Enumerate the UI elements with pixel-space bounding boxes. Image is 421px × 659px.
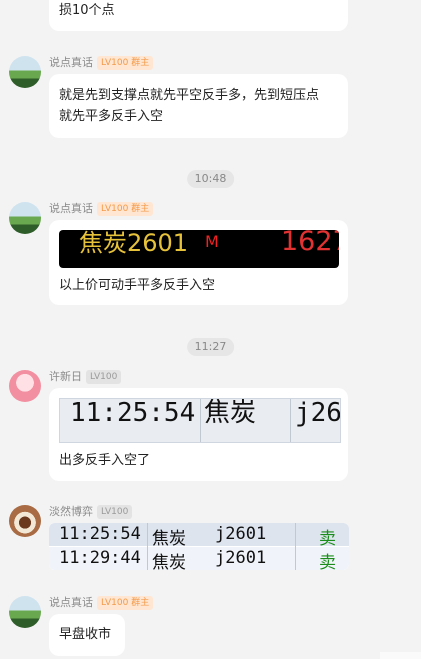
level-badge: LV100 群主	[97, 56, 154, 70]
quote-flag: M	[205, 232, 219, 251]
message-text: 损10个点	[59, 3, 115, 18]
avatar[interactable]	[9, 505, 41, 537]
row-side: 卖	[319, 529, 336, 549]
sender-name[interactable]: 说点真话	[49, 202, 93, 215]
input-area[interactable]	[380, 652, 421, 659]
sender-name[interactable]: 说点真话	[49, 596, 93, 609]
message-text: 早盘收市	[59, 627, 112, 642]
sender-name[interactable]: 淡然博弈	[49, 505, 93, 518]
timestamp: 11:27	[186, 338, 235, 356]
row-code: j2601	[215, 548, 267, 568]
trade-name: 焦炭	[204, 398, 257, 428]
message-bubble[interactable]: 早盘收市	[49, 614, 125, 656]
row-code: j2601	[215, 524, 267, 544]
quote-name: 焦炭2601	[79, 230, 189, 257]
column-divider	[147, 523, 148, 570]
message-text: 以上价可动手平多反手入空	[59, 278, 216, 293]
message-bubble[interactable]: 焦炭2601 M 1627 以上价可动手平多反手入空	[49, 220, 348, 305]
sender-line: 说点真话 LV100 群主	[49, 55, 154, 71]
column-divider	[200, 399, 201, 442]
trade-time: 11:25:54	[70, 398, 196, 428]
row-time: 11:29:44	[59, 548, 141, 568]
message-text: 出多反手入空了	[59, 453, 151, 468]
row-name: 焦炭	[152, 553, 186, 570]
level-badge: LV100 群主	[97, 596, 154, 610]
avatar[interactable]	[9, 596, 41, 628]
sender-line: 说点真话 LV100 群主	[49, 595, 154, 611]
sender-line: 淡然博弈 LV100	[49, 504, 133, 520]
quote-screenshot[interactable]: 焦炭2601 M 1627	[59, 230, 339, 268]
row-time: 11:25:54	[59, 524, 141, 544]
sender-name[interactable]: 许新日	[49, 370, 82, 383]
trade-table-image[interactable]: 11:25:54 焦炭 j2601 卖 11:29:44 焦炭 j2601 卖	[49, 523, 349, 570]
row-side: 卖	[319, 553, 336, 570]
table-row: 11:29:44 焦炭 j2601 卖	[49, 547, 349, 570]
row-name: 焦炭	[152, 529, 186, 549]
message-bubble[interactable]: 11:25:54 焦炭 j26 出多反手入空了	[49, 388, 348, 481]
message-bubble[interactable]: 就是先到支撑点就先平空反手多，先到短压点 就先平多反手入空	[49, 74, 348, 138]
column-divider	[295, 523, 296, 570]
timestamp: 10:48	[186, 170, 235, 188]
trade-screenshot[interactable]: 11:25:54 焦炭 j26	[59, 398, 341, 443]
quote-price: 1627	[281, 230, 339, 257]
message-bubble[interactable]: 损10个点	[49, 0, 348, 31]
sender-line: 许新日 LV100	[49, 369, 122, 385]
level-badge: LV100	[97, 505, 133, 519]
avatar[interactable]	[9, 56, 41, 88]
message-text: 就先平多反手入空	[59, 109, 164, 124]
avatar[interactable]	[9, 370, 41, 402]
sender-name[interactable]: 说点真话	[49, 56, 93, 69]
table-row: 11:25:54 焦炭 j2601 卖	[49, 523, 349, 549]
level-badge: LV100 群主	[97, 202, 154, 216]
sender-line: 说点真话 LV100 群主	[49, 201, 154, 217]
level-badge: LV100	[86, 370, 122, 384]
avatar[interactable]	[9, 202, 41, 234]
trade-code: j26	[295, 398, 341, 428]
column-divider	[290, 399, 291, 442]
message-text: 就是先到支撑点就先平空反手多，先到短压点	[59, 88, 320, 103]
